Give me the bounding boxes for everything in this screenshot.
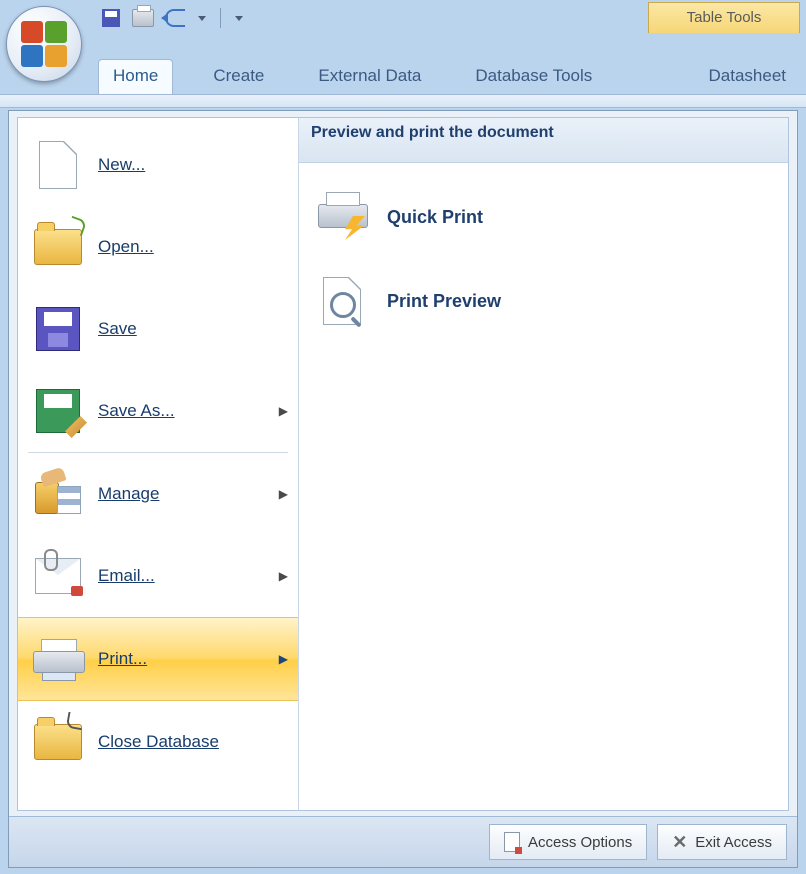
- quick-access-toolbar: [92, 4, 253, 32]
- ribbon-strip: [0, 94, 806, 108]
- office-button[interactable]: [6, 6, 82, 82]
- undo-icon: [165, 9, 185, 27]
- office-menu-body: New... Open... Save Save As... ▶ Manage …: [17, 117, 789, 811]
- qat-save-button[interactable]: [100, 7, 122, 29]
- menu-label: Manage: [98, 484, 159, 504]
- submenu-body: Quick Print Print Preview: [299, 163, 788, 810]
- submenu-label: Print Preview: [387, 291, 501, 312]
- qat-divider: [220, 8, 221, 28]
- menu-label: Print...: [98, 649, 147, 669]
- button-label: Access Options: [528, 834, 632, 851]
- menu-label: Email...: [98, 566, 155, 586]
- save-icon: [36, 307, 80, 351]
- qat-print-button[interactable]: [132, 7, 154, 29]
- submenu-item-print-preview[interactable]: Print Preview: [315, 259, 772, 343]
- menu-label: Save: [98, 319, 137, 339]
- close-database-icon: [34, 724, 82, 760]
- quick-print-icon: [315, 190, 369, 244]
- close-icon: ✕: [672, 832, 687, 853]
- save-icon: [102, 9, 120, 27]
- chevron-right-icon: ▶: [279, 569, 288, 583]
- menu-item-save[interactable]: Save: [18, 288, 298, 370]
- office-menu-panel: New... Open... Save Save As... ▶ Manage …: [8, 110, 798, 868]
- submenu-item-quick-print[interactable]: Quick Print: [315, 175, 772, 259]
- open-folder-icon: [34, 229, 82, 265]
- menu-item-manage[interactable]: Manage ▶: [18, 453, 298, 535]
- chevron-down-icon: [235, 16, 243, 21]
- menu-item-email[interactable]: Email... ▶: [18, 535, 298, 617]
- menu-item-save-as[interactable]: Save As... ▶: [18, 370, 298, 452]
- office-logo-icon: [21, 21, 67, 67]
- new-file-icon: [39, 141, 77, 189]
- menu-item-new[interactable]: New...: [18, 124, 298, 206]
- office-menu-footer: Access Options ✕ Exit Access: [9, 816, 797, 867]
- print-preview-icon: [323, 277, 361, 325]
- tab-datasheet[interactable]: Datasheet: [695, 60, 801, 94]
- options-icon: [504, 832, 520, 852]
- office-menu-right: Preview and print the document Quick Pri…: [299, 118, 788, 810]
- save-as-icon: [36, 389, 80, 433]
- menu-label: Close Database: [98, 732, 219, 752]
- exit-access-button[interactable]: ✕ Exit Access: [657, 824, 787, 860]
- tab-home[interactable]: Home: [98, 59, 173, 94]
- menu-item-close-database[interactable]: Close Database: [18, 701, 298, 783]
- chevron-right-icon: ▶: [279, 487, 288, 501]
- ribbon-tabs: Home Create External Data Database Tools…: [98, 54, 800, 94]
- menu-item-open[interactable]: Open...: [18, 206, 298, 288]
- qat-undo-button[interactable]: [164, 7, 186, 29]
- chevron-right-icon: ▶: [279, 404, 288, 418]
- menu-label: Save As...: [98, 401, 175, 421]
- tab-external-data[interactable]: External Data: [304, 60, 435, 94]
- menu-item-print[interactable]: Print... ▶: [18, 617, 298, 701]
- print-icon: [33, 639, 83, 679]
- title-bar: Table Tools Home Create External Data Da…: [0, 0, 806, 94]
- office-menu-left: New... Open... Save Save As... ▶ Manage …: [18, 118, 299, 810]
- chevron-right-icon: ▶: [279, 652, 288, 666]
- contextual-tab-group: Table Tools: [648, 2, 800, 33]
- menu-label: Open...: [98, 237, 154, 257]
- tab-create[interactable]: Create: [199, 60, 278, 94]
- qat-undo-dropdown[interactable]: [196, 7, 208, 29]
- submenu-header: Preview and print the document: [299, 118, 788, 163]
- access-options-button[interactable]: Access Options: [489, 824, 647, 860]
- button-label: Exit Access: [695, 834, 772, 851]
- submenu-label: Quick Print: [387, 207, 483, 228]
- chevron-down-icon: [198, 16, 206, 21]
- manage-icon: [35, 474, 81, 514]
- menu-label: New...: [98, 155, 145, 175]
- qat-customize-dropdown[interactable]: [233, 7, 245, 29]
- email-icon: [35, 558, 81, 594]
- print-icon: [132, 9, 154, 27]
- tab-database-tools[interactable]: Database Tools: [461, 60, 606, 94]
